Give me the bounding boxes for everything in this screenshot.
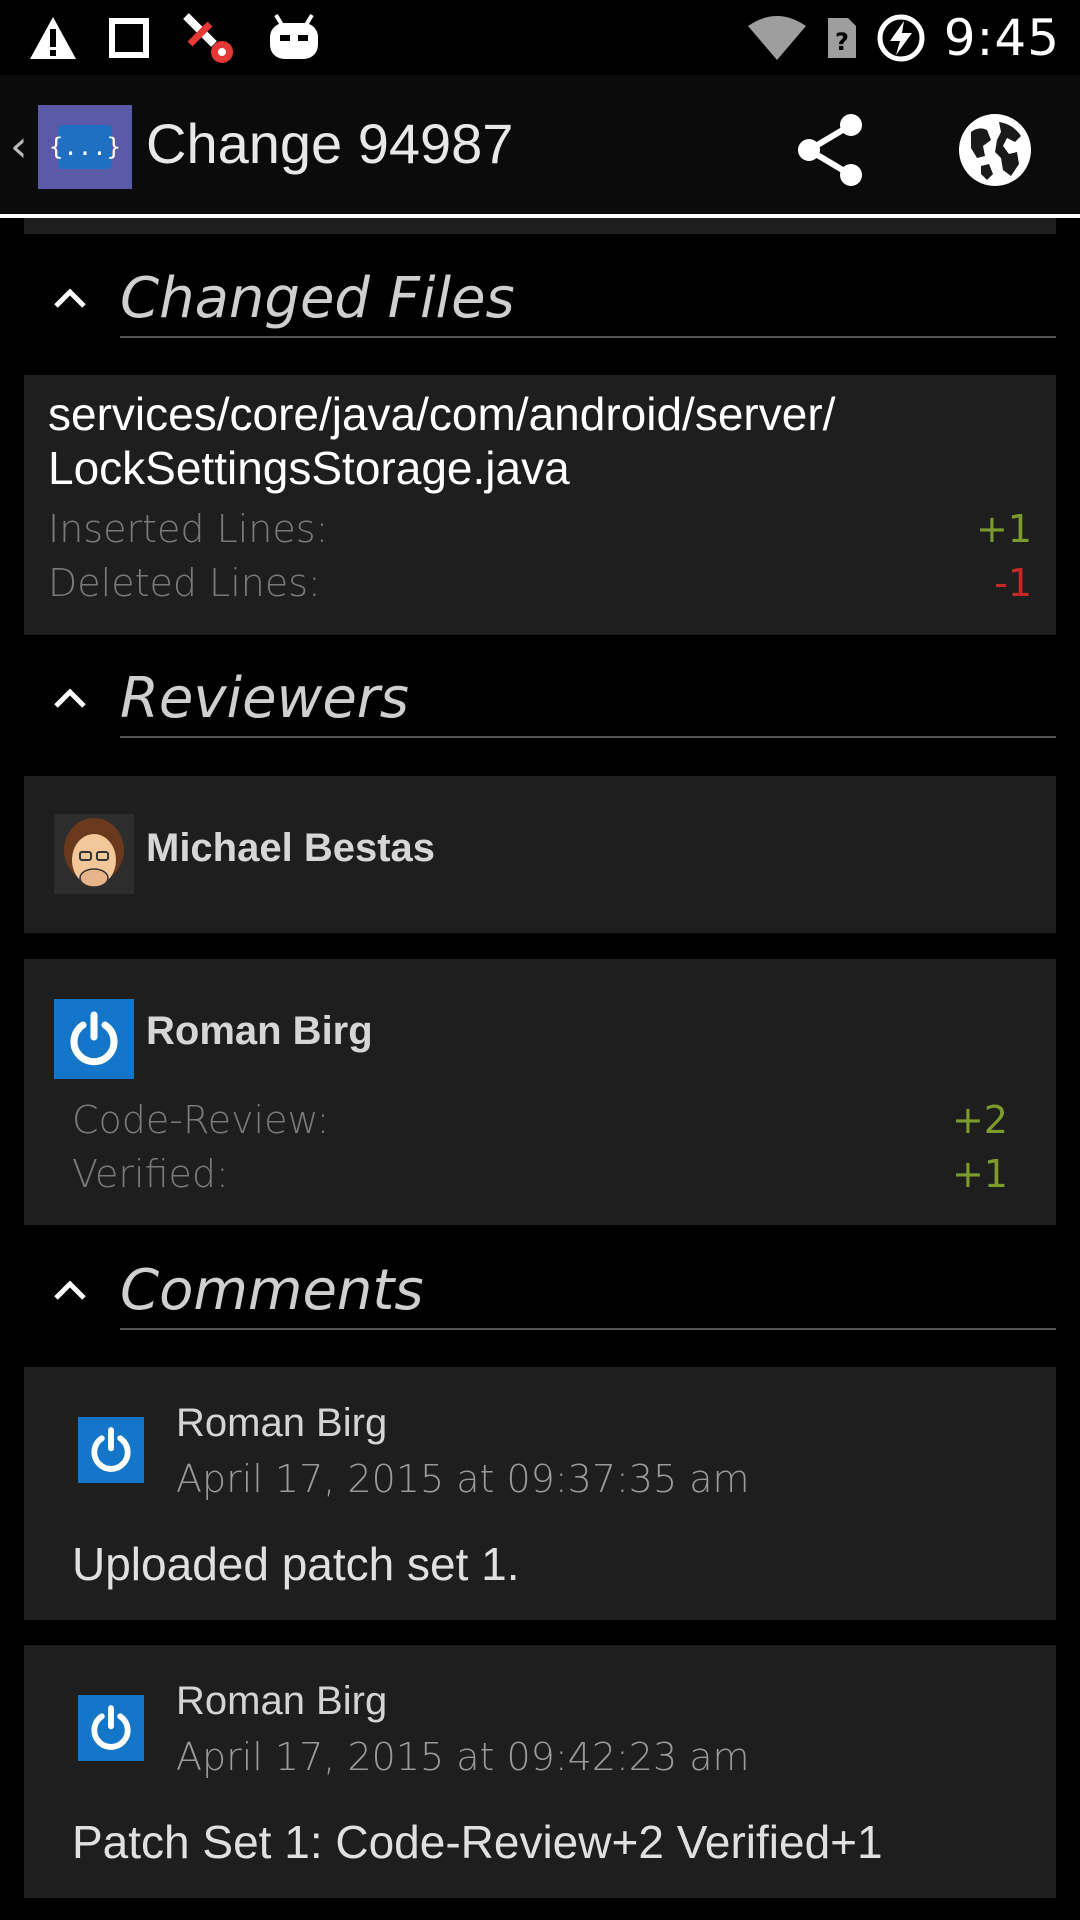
up-caret-icon[interactable]: ‹ [10,121,28,172]
cartoon-face-avatar-icon [54,814,134,894]
previous-card-edge [24,218,1056,234]
section-header-comments[interactable]: Comments [0,1254,1080,1334]
changed-file-card[interactable]: services/core/java/com/android/server/ L… [24,375,1056,635]
battery-charging-icon [877,14,925,62]
chevron-up-icon [54,688,86,708]
section-title: Changed Files [120,266,515,331]
inserted-lines-label: Inserted Lines: [48,507,329,551]
square-icon [109,18,149,58]
chevron-up-icon [54,1280,86,1300]
code-review-value: +2 [951,1098,1008,1142]
comment-author: Roman Birg [176,1679,388,1723]
svg-text:?: ? [835,28,849,56]
app-bar: ‹ {...} Change 94987 [0,75,1080,215]
app-logo-glyph: {...} [49,125,121,169]
file-path: services/core/java/com/android/server/ L… [48,387,1038,495]
deleted-lines-label: Deleted Lines: [48,561,321,605]
section-divider [120,1328,1056,1330]
file-path-line1: services/core/java/com/android/server/ [48,388,836,440]
reviewer-card[interactable]: Michael Bestas [24,776,1056,933]
reviewer-card[interactable]: Roman Birg Code-Review: +2 Verified: +1 [24,959,1056,1225]
cyanogen-icon [270,13,318,59]
warning-icon [30,17,76,59]
reviewer-name: Roman Birg [146,1009,373,1053]
comment-date: April 17, 2015 at 09:37:35 am [176,1457,750,1501]
section-title: Comments [120,1258,424,1323]
section-header-reviewers[interactable]: Reviewers [0,662,1080,742]
file-path-line2: LockSettingsStorage.java [48,442,570,494]
screwdriver-icon [183,13,233,63]
globe-icon [959,114,1031,186]
avatar [54,814,134,894]
sim-unknown-icon: ? [827,18,856,58]
comment-body: Uploaded patch set 1. [72,1538,520,1590]
clock: 9:45 [943,9,1060,67]
code-review-label: Code-Review: [72,1098,330,1142]
verified-label: Verified: [72,1152,229,1196]
status-icons-left [28,10,322,66]
page-title: Change 94987 [146,112,514,175]
open-in-browser-button[interactable] [950,105,1040,195]
avatar [78,1417,144,1483]
comment-card[interactable]: Roman Birg April 17, 2015 at 09:42:23 am… [24,1645,1056,1898]
reviewer-name: Michael Bestas [146,826,436,870]
wifi-icon [747,16,806,60]
avatar [54,999,134,1079]
power-icon [91,1427,131,1472]
comment-author: Roman Birg [176,1401,388,1445]
deleted-lines-value: -1 [994,561,1032,605]
share-icon [798,114,862,186]
avatar [78,1695,144,1761]
chevron-up-icon [54,288,86,308]
share-button[interactable] [780,105,880,195]
status-bar: ? 9:45 [0,0,1080,75]
power-icon [91,1705,131,1750]
section-header-changed-files[interactable]: Changed Files [0,262,1080,342]
verified-value: +1 [951,1152,1008,1196]
comment-body: Patch Set 1: Code-Review+2 Verified+1 [72,1816,883,1868]
inserted-lines-value: +1 [975,507,1032,551]
comment-card[interactable]: Roman Birg April 17, 2015 at 09:37:35 am… [24,1367,1056,1620]
section-divider [120,336,1056,338]
section-divider [120,736,1056,738]
section-title: Reviewers [120,666,409,731]
comment-date: April 17, 2015 at 09:42:23 am [176,1735,750,1779]
app-logo[interactable]: {...} [38,105,132,189]
status-icons-right: ? 9:45 [746,6,1060,70]
power-icon [70,1011,118,1066]
